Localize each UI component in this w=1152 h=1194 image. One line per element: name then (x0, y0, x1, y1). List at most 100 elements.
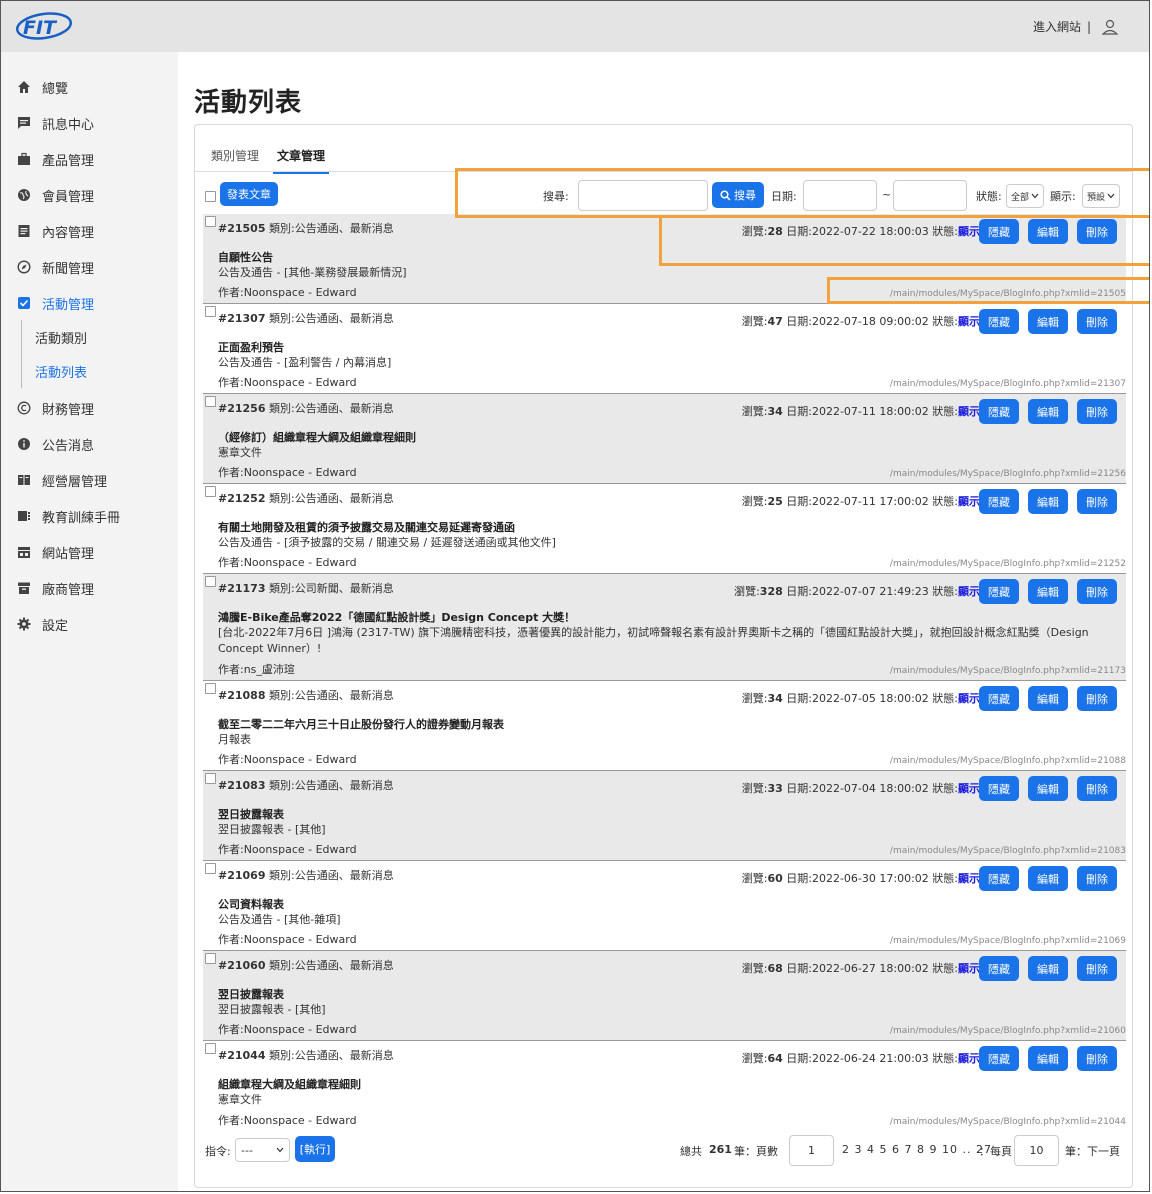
row-checkbox[interactable] (205, 576, 216, 587)
edit-button[interactable]: 編輯 (1028, 309, 1068, 334)
edit-button[interactable]: 編輯 (1028, 489, 1068, 514)
command-select[interactable]: --- (235, 1138, 290, 1162)
hide-button[interactable]: 隱藏 (979, 399, 1019, 424)
sidebar-item-finance[interactable]: 財務管理 (1, 390, 178, 426)
hide-button[interactable]: 隱藏 (979, 866, 1019, 891)
edit-button[interactable]: 編輯 (1028, 866, 1068, 891)
article-title[interactable]: 翌日披露報表 (218, 986, 284, 1002)
article-id: #21060 (218, 959, 266, 972)
hide-button[interactable]: 隱藏 (979, 776, 1019, 801)
article-status[interactable]: 顯示 (958, 585, 980, 598)
delete-button[interactable]: 刪除 (1077, 956, 1117, 981)
delete-button[interactable]: 刪除 (1077, 399, 1117, 424)
article-category: 類別:公告通函、最新消息 (269, 492, 394, 505)
hide-button[interactable]: 隱藏 (979, 489, 1019, 514)
sidebar-item-overview[interactable]: 總覽 (1, 69, 178, 105)
tab-article-management[interactable]: 文章管理 (273, 147, 330, 174)
row-checkbox[interactable] (205, 953, 216, 964)
page-links[interactable]: 2 3 4 5 6 7 8 9 10 .. 27 (842, 1143, 992, 1156)
delete-button[interactable]: 刪除 (1077, 579, 1117, 604)
edit-button[interactable]: 編輯 (1028, 956, 1068, 981)
row-checkbox[interactable] (205, 396, 216, 407)
hide-button[interactable]: 隱藏 (979, 956, 1019, 981)
article-title[interactable]: 有關土地開發及租賃的須予披露交易及關連交易延遲寄發通函 (218, 519, 515, 535)
article-desc: [台北-2022年7月6日 ]鴻海 (2317-TW) 旗下鴻騰精密科技，憑著優… (218, 626, 1089, 655)
row-checkbox[interactable] (205, 1043, 216, 1054)
article-title[interactable]: 翌日披露報表 (218, 806, 284, 822)
execute-button[interactable]: [執行] (295, 1136, 335, 1162)
article-url[interactable]: /main/modules/MySpace/BlogInfo.php?xmlid… (890, 379, 1126, 389)
sidebar-item-messages[interactable]: 訊息中心 (1, 105, 178, 141)
edit-button[interactable]: 編輯 (1028, 776, 1068, 801)
article-status[interactable]: 顯示 (958, 495, 980, 508)
delete-button[interactable]: 刪除 (1077, 686, 1117, 711)
sidebar-item-events[interactable]: 活動管理 (1, 285, 178, 321)
hide-button[interactable]: 隱藏 (979, 579, 1019, 604)
article-title[interactable]: 公司資料報表 (218, 896, 284, 912)
row-checkbox[interactable] (205, 863, 216, 874)
delete-button[interactable]: 刪除 (1077, 776, 1117, 801)
article-title[interactable]: 組織章程大綱及組織章程細則 (218, 1076, 361, 1092)
article-status[interactable]: 顯示 (958, 315, 980, 328)
article-url[interactable]: /main/modules/MySpace/BlogInfo.php?xmlid… (890, 756, 1126, 766)
article-title[interactable]: 正面盈利預告 (218, 339, 284, 355)
row-checkbox[interactable] (205, 486, 216, 497)
article-url[interactable]: /main/modules/MySpace/BlogInfo.php?xmlid… (890, 469, 1126, 479)
article-status[interactable]: 顯示 (958, 1052, 980, 1065)
delete-button[interactable]: 刪除 (1077, 1046, 1117, 1071)
briefcase-icon (16, 151, 32, 167)
hide-button[interactable]: 隱藏 (979, 309, 1019, 334)
article-status[interactable]: 顯示 (958, 692, 980, 705)
edit-button[interactable]: 編輯 (1028, 579, 1068, 604)
sidebar-item-products[interactable]: 產品管理 (1, 141, 178, 177)
row-checkbox[interactable] (205, 773, 216, 784)
hide-button[interactable]: 隱藏 (979, 1046, 1019, 1071)
article-url[interactable]: /main/modules/MySpace/BlogInfo.php?xmlid… (890, 666, 1126, 676)
sidebar-item-settings[interactable]: 設定 (1, 606, 178, 642)
article-title[interactable]: 鴻騰E-Bike產品奪2022「德國紅點設計獎」Design Concept 大… (218, 609, 575, 625)
edit-button[interactable]: 編輯 (1028, 1046, 1068, 1071)
select-all-checkbox[interactable] (205, 191, 216, 202)
sidebar-sub-event-list[interactable]: 活動列表 (21, 354, 171, 388)
article-status[interactable]: 顯示 (958, 872, 980, 885)
article-url[interactable]: /main/modules/MySpace/BlogInfo.php?xmlid… (890, 846, 1126, 856)
sidebar-item-announcements[interactable]: 公告消息 (1, 426, 178, 462)
page-input[interactable]: 1 (789, 1135, 834, 1166)
row-checkbox[interactable] (205, 216, 216, 227)
fit-logo[interactable]: FIT (15, 12, 73, 40)
article-title[interactable]: 自願性公告 (218, 249, 273, 265)
sidebar-item-news[interactable]: 新聞管理 (1, 249, 178, 285)
row-checkbox[interactable] (205, 306, 216, 317)
sidebar-item-content[interactable]: 內容管理 (1, 213, 178, 249)
post-article-button[interactable]: 發表文章 (220, 182, 278, 206)
sidebar-item-members[interactable]: 會員管理 (1, 177, 178, 213)
sidebar-item-vendors[interactable]: 廠商管理 (1, 570, 178, 606)
article-status[interactable]: 顯示 (958, 405, 980, 418)
delete-button[interactable]: 刪除 (1077, 309, 1117, 334)
total-prefix: 總共 (680, 1145, 702, 1158)
tab-category-management[interactable]: 類別管理 (207, 147, 263, 174)
delete-button[interactable]: 刪除 (1077, 489, 1117, 514)
article-url[interactable]: /main/modules/MySpace/BlogInfo.php?xmlid… (890, 936, 1126, 946)
sidebar-item-training[interactable]: 教育訓練手冊 (1, 498, 178, 534)
sidebar-item-management[interactable]: 經營層管理 (1, 462, 178, 498)
next-page-link[interactable]: 筆：下一頁 (1065, 1143, 1120, 1159)
row-checkbox[interactable] (205, 683, 216, 694)
article-status[interactable]: 顯示 (958, 782, 980, 795)
article-url[interactable]: /main/modules/MySpace/BlogInfo.php?xmlid… (890, 1026, 1126, 1036)
article-status[interactable]: 顯示 (958, 962, 980, 975)
article-url[interactable]: /main/modules/MySpace/BlogInfo.php?xmlid… (890, 559, 1126, 569)
enter-site-link[interactable]: 進入網站 (1033, 18, 1081, 35)
edit-button[interactable]: 編輯 (1028, 686, 1068, 711)
article-title[interactable]: 截至二零二二年六月三十日止股份發行人的證券變動月報表 (218, 716, 504, 732)
row-id-line: #21083 類別:公告通函、最新消息 (218, 777, 394, 793)
edit-button[interactable]: 編輯 (1028, 399, 1068, 424)
article-url[interactable]: /main/modules/MySpace/BlogInfo.php?xmlid… (890, 1117, 1126, 1127)
article-title[interactable]: （經修訂）組織章程大綱及組織章程細則 (218, 429, 416, 445)
per-page-input[interactable]: 10 (1014, 1135, 1059, 1166)
delete-button[interactable]: 刪除 (1077, 866, 1117, 891)
hide-button[interactable]: 隱藏 (979, 686, 1019, 711)
user-icon[interactable] (1101, 19, 1119, 35)
sidebar-item-website[interactable]: 網站管理 (1, 534, 178, 570)
sidebar-sub-event-categories[interactable]: 活動類別 (21, 320, 171, 354)
